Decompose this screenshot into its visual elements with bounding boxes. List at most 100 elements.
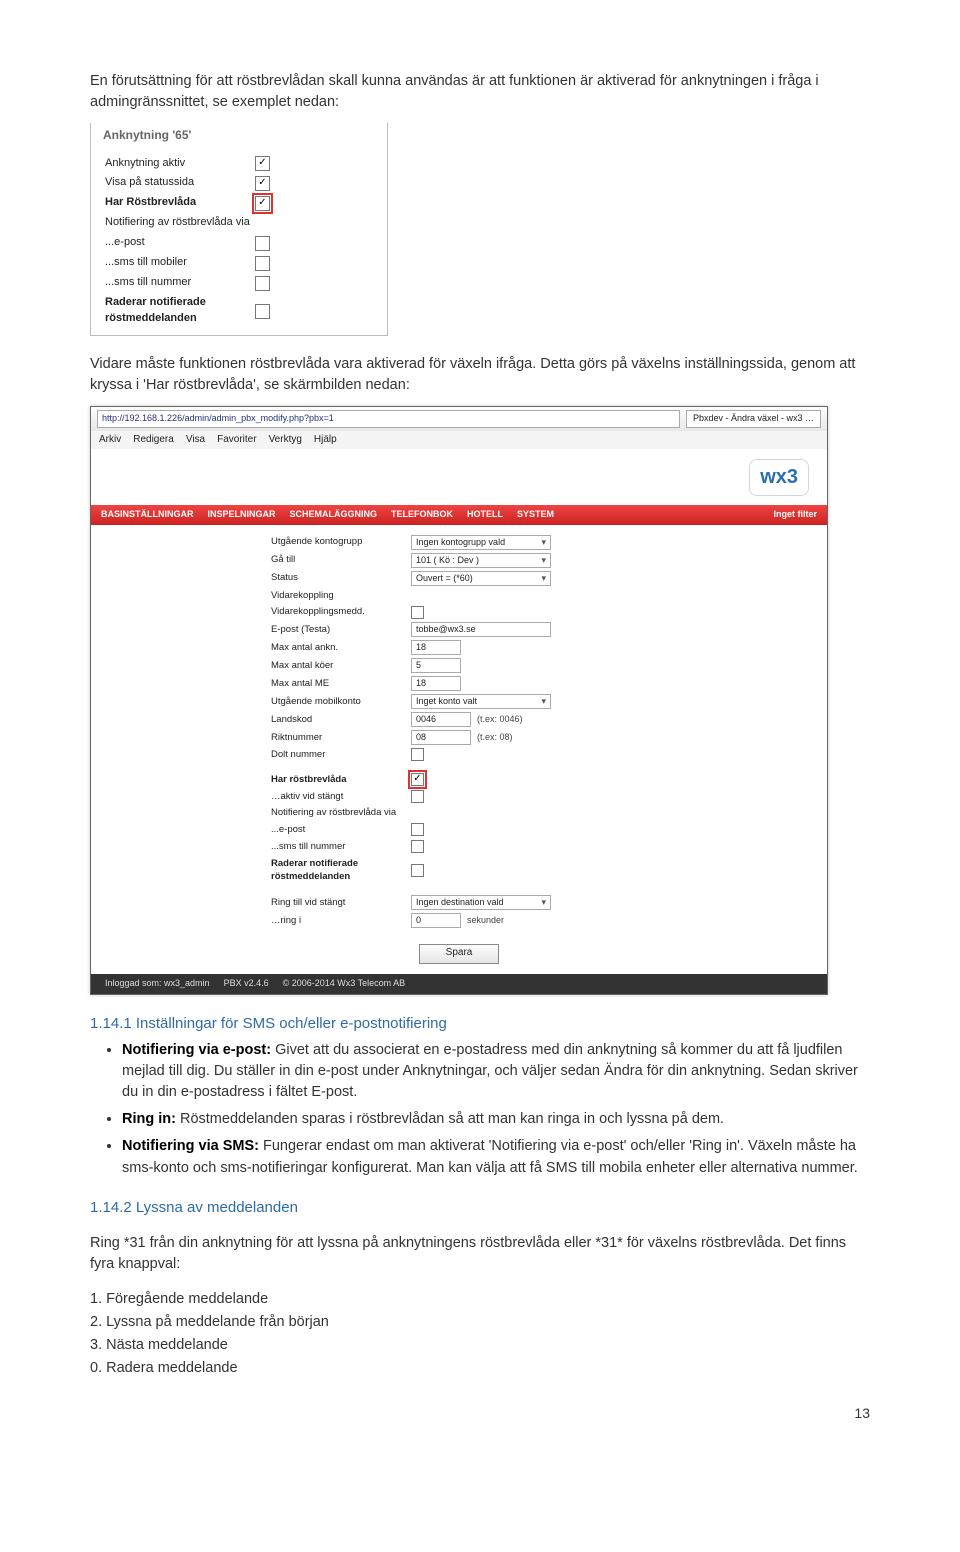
select-status[interactable]: Ouvert = (*60) (411, 571, 551, 586)
red-navbar: BASINSTÄLLNINGAR INSPELNINGAR SCHEMALÄGG… (91, 505, 827, 525)
cb-raderar[interactable] (411, 864, 424, 877)
input-ring-i[interactable]: 0 (411, 913, 461, 928)
select-ga-till[interactable]: 101 ( Kö : Dev ) (411, 553, 551, 568)
lbl-max-ankn: Max antal ankn. (271, 641, 411, 655)
cb-aktiv-stangt[interactable] (411, 790, 424, 803)
label-epost: ...e-post (105, 235, 255, 251)
select-ring-stangt[interactable]: Ingen destination vald (411, 895, 551, 910)
label-notifiering-via: Notifiering av röstbrevlåda via (105, 215, 255, 231)
lbl-raderar: Raderar notifierade röstmeddelanden (271, 857, 411, 885)
input-max-me[interactable]: 18 (411, 676, 461, 691)
cb-har-vm[interactable] (411, 773, 424, 786)
lbl-notif-via: Notifiering av röstbrevlåda via (271, 806, 411, 820)
keypress-list: 1. Föregående meddelande 2. Lyssna på me… (90, 1289, 870, 1379)
note-landskod: (t.ex: 0046) (477, 713, 523, 726)
lbl-max-me: Max antal ME (271, 677, 411, 691)
item-3: 3. Nästa meddelande (90, 1335, 870, 1356)
lbl-epost-testa: E-post (Testa) (271, 623, 411, 637)
lbl-vidaremedd: Vidarekopplingsmedd. (271, 605, 411, 619)
item-0: 0. Radera meddelande (90, 1358, 870, 1379)
input-max-ankn[interactable]: 18 (411, 640, 461, 655)
lbl-har-vm: Har röstbrevlåda (271, 773, 411, 787)
select-utg-mobil[interactable]: Inget konto valt (411, 694, 551, 709)
fieldset-legend: Anknytning '65' (99, 128, 195, 142)
lbl-utg-mobil: Utgående mobilkonto (271, 695, 411, 709)
note-riktnr: (t.ex: 08) (477, 731, 513, 744)
browser-menubar: Arkiv Redigera Visa Favoriter Verktyg Hj… (91, 431, 827, 449)
checkbox-anknytning-aktiv[interactable] (255, 156, 270, 171)
logo-wx3: wx3 (749, 459, 809, 496)
lbl-ga-till: Gå till (271, 553, 411, 567)
figure-browser-admin: http://192.168.1.226/admin/admin_pbx_mod… (90, 406, 870, 995)
label-visa-statussida: Visa på statussida (105, 175, 255, 191)
label-anknytning-aktiv: Anknytning aktiv (105, 156, 255, 172)
nav-system[interactable]: SYSTEM (517, 508, 554, 521)
brand-area: wx3 (91, 449, 827, 505)
intro-paragraph: En förutsättning för att röstbrevlådan s… (90, 71, 870, 113)
paragraph-lyssna: Ring *31 från din anknytning för att lys… (90, 1233, 870, 1275)
label-sms-mobiler: ...sms till mobiler (105, 255, 255, 271)
checkbox-har-rostbrevlada[interactable] (255, 196, 270, 211)
bullet-sms: Notifiering via SMS: Fungerar endast om … (122, 1136, 870, 1178)
menu-hjalp[interactable]: Hjälp (314, 433, 337, 448)
input-max-koer[interactable]: 5 (411, 658, 461, 673)
lbl-status: Status (271, 571, 411, 585)
page-number: 13 (90, 1403, 870, 1423)
label-sms-nummer: ...sms till nummer (105, 275, 255, 291)
admin-footer: Inloggad som: wx3_admin PBX v2.4.6 © 200… (91, 974, 827, 994)
bullet-ring-in: Ring in: Röstmeddelanden sparas i röstbr… (122, 1109, 870, 1130)
checkbox-visa-statussida[interactable] (255, 176, 270, 191)
lbl-ring-stangt: Ring till vid stängt (271, 896, 411, 910)
lbl-n-sms: ...sms till nummer (271, 840, 411, 854)
menu-favoriter[interactable]: Favoriter (217, 433, 256, 448)
heading-1-14-2: 1.14.2 Lyssna av meddelanden (90, 1197, 870, 1219)
unit-sekunder: sekunder (467, 914, 504, 927)
cb-n-sms[interactable] (411, 840, 424, 853)
lbl-n-epost: ...e-post (271, 823, 411, 837)
cb-n-epost[interactable] (411, 823, 424, 836)
url-bar[interactable]: http://192.168.1.226/admin/admin_pbx_mod… (97, 410, 680, 428)
bullet-list-notif: Notifiering via e-post: Givet att du ass… (122, 1040, 870, 1178)
paragraph-vaxel-info: Vidare måste funktionen röstbrevlåda var… (90, 354, 870, 396)
lbl-aktiv-stangt: …aktiv vid stängt (271, 790, 411, 804)
checkbox-raderar-notifierade[interactable] (255, 304, 270, 319)
checkbox-sms-mobiler[interactable] (255, 256, 270, 271)
browser-tab[interactable]: Pbxdev - Ändra växel - wx3 … (686, 410, 821, 428)
menu-arkiv[interactable]: Arkiv (99, 433, 121, 448)
figure-anknytning-settings: Anknytning '65' Anknytning aktiv Visa på… (90, 123, 870, 336)
save-button[interactable]: Spara (419, 944, 500, 964)
label-raderar-notifierade: Raderar notifierade röstmeddelanden (105, 295, 255, 327)
bullet-epost: Notifiering via e-post: Givet att du ass… (122, 1040, 870, 1103)
heading-1-14-1: 1.14.1 Inställningar för SMS och/eller e… (90, 1013, 870, 1035)
input-landskod[interactable]: 0046 (411, 712, 471, 727)
checkbox-epost[interactable] (255, 236, 270, 251)
admin-form: Utgående kontogruppIngen kontogrupp vald… (91, 525, 827, 938)
select-utg-kontogrupp[interactable]: Ingen kontogrupp vald (411, 535, 551, 550)
cb-dolt[interactable] (411, 748, 424, 761)
footer-copy: © 2006-2014 Wx3 Telecom AB (283, 977, 406, 990)
input-riktnr[interactable]: 08 (411, 730, 471, 745)
nav-hotell[interactable]: HOTELL (467, 508, 503, 521)
lbl-landskod: Landskod (271, 713, 411, 727)
browser-chrome-top: http://192.168.1.226/admin/admin_pbx_mod… (91, 407, 827, 431)
lbl-vidarekoppling: Vidarekoppling (271, 589, 411, 603)
item-1: 1. Föregående meddelande (90, 1289, 870, 1310)
menu-redigera[interactable]: Redigera (133, 433, 174, 448)
menu-verktyg[interactable]: Verktyg (269, 433, 302, 448)
footer-user: Inloggad som: wx3_admin (105, 977, 210, 990)
lbl-dolt: Dolt nummer (271, 748, 411, 762)
footer-pbx: PBX v2.4.6 (224, 977, 269, 990)
item-2: 2. Lyssna på meddelande från början (90, 1312, 870, 1333)
nav-filter[interactable]: Inget filter (773, 508, 817, 521)
label-har-rostbrevlada: Har Röstbrevlåda (105, 195, 255, 211)
menu-visa[interactable]: Visa (186, 433, 205, 448)
nav-basinstallningar[interactable]: BASINSTÄLLNINGAR (101, 508, 194, 521)
input-epost[interactable]: tobbe@wx3.se (411, 622, 551, 637)
nav-inspelningar[interactable]: INSPELNINGAR (208, 508, 276, 521)
lbl-utg-kontogrupp: Utgående kontogrupp (271, 535, 411, 549)
lbl-riktnr: Riktnummer (271, 731, 411, 745)
checkbox-sms-nummer[interactable] (255, 276, 270, 291)
nav-telefonbok[interactable]: TELEFONBOK (391, 508, 453, 521)
cb-vidaremedd[interactable] (411, 606, 424, 619)
nav-schemalaggning[interactable]: SCHEMALÄGGNING (290, 508, 378, 521)
